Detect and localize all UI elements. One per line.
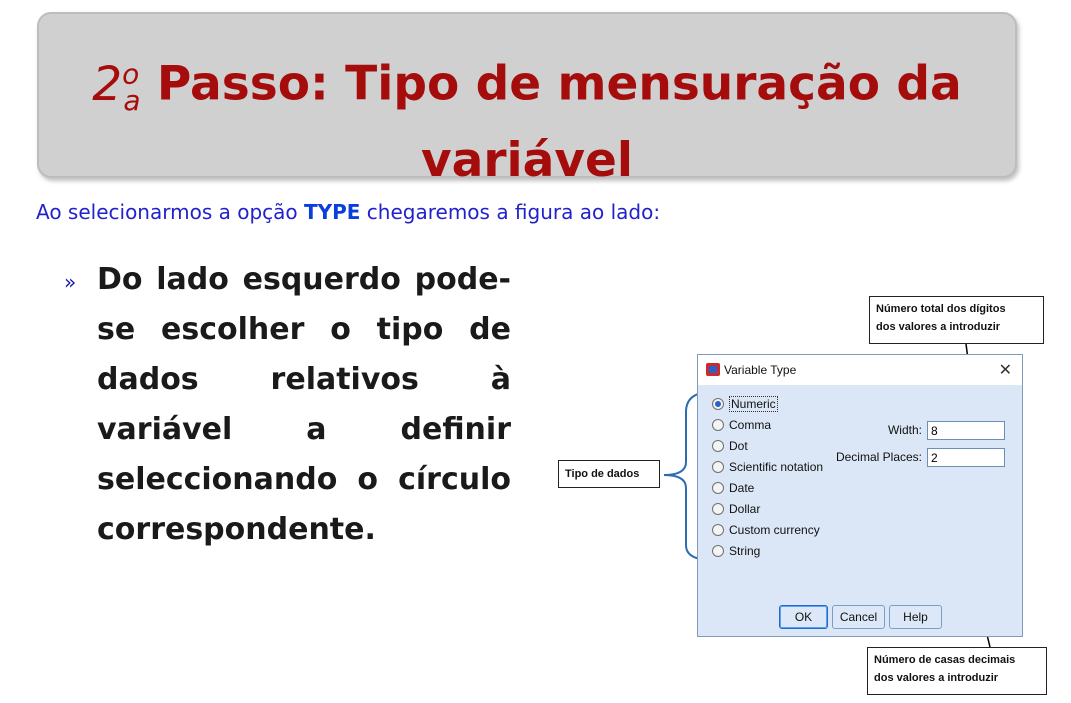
- radio-string[interactable]: String: [712, 543, 760, 561]
- callout-data-type: Tipo de dados: [558, 460, 660, 488]
- radio-button[interactable]: [712, 544, 724, 557]
- ok-button[interactable]: OK: [779, 605, 828, 629]
- dialog-titlebar: Variable Type ✕: [698, 355, 1022, 385]
- radio-dot[interactable]: Dot: [712, 438, 748, 456]
- radio-comma[interactable]: Comma: [712, 417, 771, 435]
- cancel-button[interactable]: Cancel: [832, 605, 885, 629]
- radio-button[interactable]: [712, 418, 724, 431]
- radio-button[interactable]: [712, 397, 724, 410]
- close-icon[interactable]: ✕: [999, 360, 1012, 380]
- callout-width: Número total dos dígitos dos valores a i…: [869, 296, 1044, 344]
- width-field[interactable]: 8: [927, 421, 1005, 440]
- radio-custom-currency[interactable]: Custom currency: [712, 522, 820, 540]
- app-icon: [706, 363, 720, 376]
- help-button[interactable]: Help: [889, 605, 942, 629]
- radio-button[interactable]: [712, 523, 724, 536]
- radio-date[interactable]: Date: [712, 480, 754, 498]
- decimal-places-label: Decimal Places:: [835, 450, 922, 464]
- width-label: Width:: [887, 423, 922, 437]
- callout-decimals: Número de casas decimais dos valores a i…: [867, 647, 1047, 695]
- radio-numeric[interactable]: Numeric: [712, 395, 778, 414]
- radio-button[interactable]: [712, 439, 724, 452]
- radio-button[interactable]: [712, 481, 724, 494]
- radio-button[interactable]: [712, 460, 724, 473]
- variable-type-dialog: Variable Type ✕ Numeric Comma Dot Scient…: [697, 354, 1023, 637]
- radio-dollar[interactable]: Dollar: [712, 501, 760, 519]
- radio-button[interactable]: [712, 502, 724, 515]
- decimal-places-field[interactable]: 2: [927, 448, 1005, 467]
- radio-scientific-notation[interactable]: Scientific notation: [712, 459, 823, 477]
- dialog-title: Variable Type: [724, 363, 797, 377]
